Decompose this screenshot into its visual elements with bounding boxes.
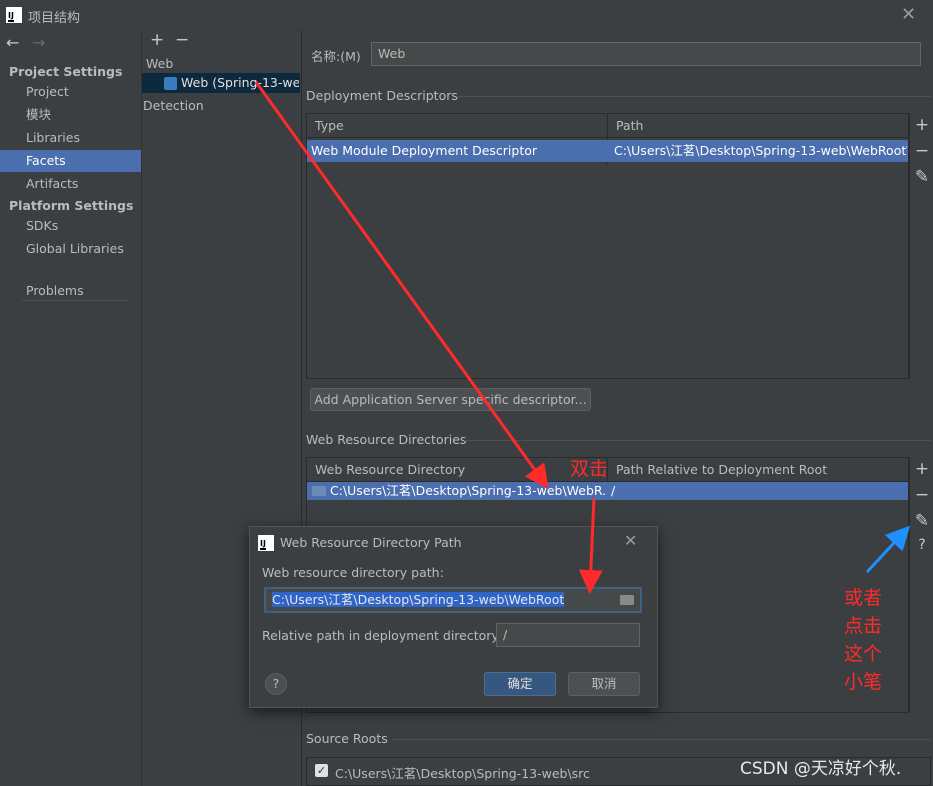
csdn-watermark: CSDN @天凉好个秋. (740, 759, 902, 779)
annotation-line: 或者 (844, 587, 883, 609)
annotation-arrow-red (578, 497, 603, 594)
annotation-line: 小笔 (844, 671, 883, 693)
annotation-line: 点击 (844, 615, 883, 637)
annotation-overlay (254, 81, 911, 594)
annotation-or-click-pencil: 或者 点击 这个 小笔 (844, 584, 882, 696)
annotation-double-click: 双击 (570, 458, 609, 480)
annotation-arrow-blue (865, 525, 911, 574)
annotation-arrow-red (254, 81, 549, 489)
annotation-line: 这个 (844, 643, 883, 665)
